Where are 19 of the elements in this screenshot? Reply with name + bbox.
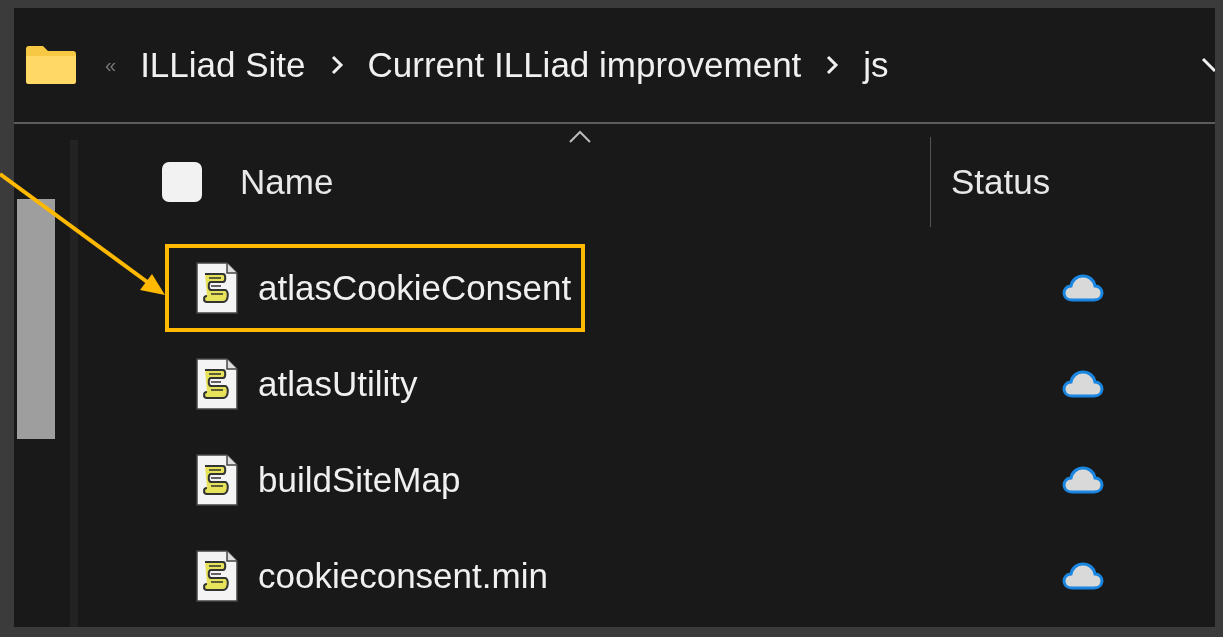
chevron-right-icon (825, 54, 840, 76)
overflow-button[interactable]: « (105, 53, 117, 77)
select-all-checkbox[interactable] (162, 162, 202, 202)
script-file-icon (195, 262, 239, 314)
column-header[interactable]: Name (240, 162, 334, 202)
breadcrumb[interactable]: ILLiad Site (140, 45, 306, 85)
folder-icon (25, 45, 77, 85)
column-header[interactable]: Status (951, 162, 1051, 202)
file-name[interactable]: atlasCookieConsent (258, 268, 572, 308)
script-file-icon (195, 454, 239, 506)
breadcrumb[interactable]: js (863, 45, 889, 85)
script-file-icon (195, 550, 239, 602)
script-file-icon (195, 358, 239, 410)
file-name[interactable]: cookieconsent.min (258, 556, 548, 596)
file-name[interactable]: buildSiteMap (258, 460, 461, 500)
chevron-right-icon (329, 54, 344, 76)
scrollbar-thumb[interactable] (17, 199, 55, 439)
file-name[interactable]: atlasUtility (258, 364, 418, 404)
breadcrumb[interactable]: Current ILLiad improvement (367, 45, 802, 85)
